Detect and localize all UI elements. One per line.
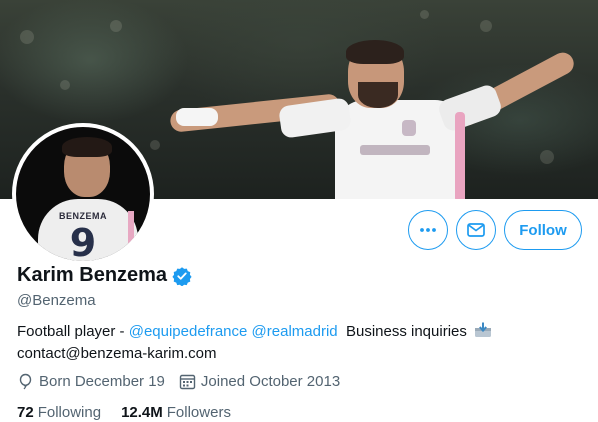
avatar-hair xyxy=(62,137,112,157)
more-icon xyxy=(420,228,436,232)
banner-crowd-detail xyxy=(20,30,34,44)
bio-email: contact@benzema-karim.com xyxy=(17,345,217,362)
birthday-item: Born December 19 xyxy=(17,373,165,390)
verified-badge-icon xyxy=(172,266,192,286)
profile-avatar[interactable]: BENZEMA 9 xyxy=(12,123,154,265)
joined-item: Joined October 2013 xyxy=(179,373,340,390)
balloon-icon xyxy=(19,373,32,390)
follow-button[interactable]: Follow xyxy=(504,210,582,250)
profile-bio: Football player - @equipedefrance @realm… xyxy=(17,321,587,365)
joined-text: Joined October 2013 xyxy=(200,373,341,390)
birthday-text: Born December 19 xyxy=(39,373,165,390)
avatar-jersey-name: BENZEMA xyxy=(59,211,107,221)
banner-crowd-detail xyxy=(420,10,429,19)
profile-name-row: Karim Benzema xyxy=(17,264,192,287)
bio-business-text: Business inquiries xyxy=(337,323,472,340)
followers-link[interactable]: 12.4M Followers xyxy=(121,404,231,421)
followers-count: 12.4M xyxy=(121,404,163,421)
followers-label: Followers xyxy=(166,404,231,421)
banner-crowd-detail xyxy=(480,20,492,32)
banner-crowd-detail xyxy=(150,140,160,150)
profile-stats: 72 Following 12.4M Followers xyxy=(17,404,251,421)
message-icon xyxy=(467,223,485,237)
following-link[interactable]: 72 Following xyxy=(17,404,101,421)
message-button[interactable] xyxy=(456,210,496,250)
mention-link-realmadrid[interactable]: @realmadrid xyxy=(252,323,338,340)
profile-handle: @Benzema xyxy=(17,292,96,309)
banner-player-figure xyxy=(169,40,580,199)
display-name: Karim Benzema xyxy=(17,264,168,286)
following-label: Following xyxy=(37,404,102,421)
bio-text: Football player - xyxy=(17,323,129,340)
following-count: 72 xyxy=(17,404,34,421)
avatar-jersey-number: 9 xyxy=(69,221,97,265)
more-options-button[interactable] xyxy=(408,210,448,250)
banner-crowd-detail xyxy=(110,20,122,32)
calendar-icon xyxy=(179,374,196,390)
profile-meta: Born December 19 Joined October 2013 xyxy=(17,373,354,390)
mention-link-equipedefrance[interactable]: @equipedefrance xyxy=(129,323,248,340)
banner-crowd-detail xyxy=(60,80,70,90)
inbox-tray-icon xyxy=(475,322,492,337)
